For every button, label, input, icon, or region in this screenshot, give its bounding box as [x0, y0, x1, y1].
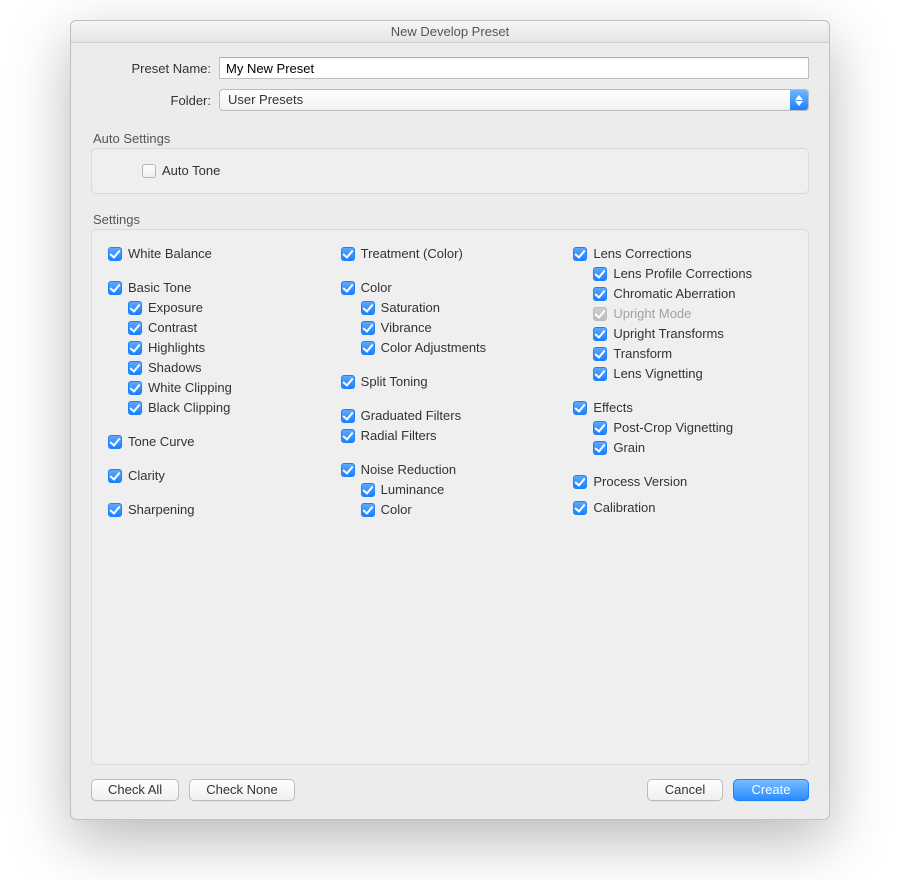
clarity-label: Clarity: [128, 466, 165, 486]
preset-name-input[interactable]: [219, 57, 809, 79]
folder-select-value: User Presets: [220, 90, 790, 110]
dialog-footer: Check All Check None Cancel Create: [71, 779, 829, 819]
effects-checkbox[interactable]: [573, 401, 587, 415]
dialog-content: Preset Name: Folder: User Presets Auto S…: [71, 43, 829, 779]
lens-corrections-label: Lens Corrections: [593, 244, 691, 264]
noise-reduction-label: Noise Reduction: [361, 460, 456, 480]
auto-tone-row: Auto Tone: [142, 161, 796, 181]
process-version-label: Process Version: [593, 472, 687, 492]
upright-mode-checkbox: [593, 307, 607, 321]
settings-col-3: Lens Corrections Lens Profile Correction…: [573, 244, 796, 520]
luminance-checkbox[interactable]: [361, 483, 375, 497]
calibration-label: Calibration: [593, 498, 655, 518]
clarity-checkbox[interactable]: [108, 469, 122, 483]
black-clipping-label: Black Clipping: [148, 398, 230, 418]
graduated-filters-checkbox[interactable]: [341, 409, 355, 423]
exposure-label: Exposure: [148, 298, 203, 318]
tone-curve-label: Tone Curve: [128, 432, 194, 452]
noise-reduction-checkbox[interactable]: [341, 463, 355, 477]
effects-label: Effects: [593, 398, 633, 418]
updown-icon: [790, 90, 808, 110]
contrast-checkbox[interactable]: [128, 321, 142, 335]
white-balance-checkbox[interactable]: [108, 247, 122, 261]
auto-tone-label: Auto Tone: [162, 161, 220, 181]
process-version-checkbox[interactable]: [573, 475, 587, 489]
tone-curve-checkbox[interactable]: [108, 435, 122, 449]
saturation-label: Saturation: [381, 298, 440, 318]
basic-tone-label: Basic Tone: [128, 278, 191, 298]
chromatic-aberration-label: Chromatic Aberration: [613, 284, 735, 304]
exposure-checkbox[interactable]: [128, 301, 142, 315]
radial-filters-checkbox[interactable]: [341, 429, 355, 443]
radial-filters-label: Radial Filters: [361, 426, 437, 446]
settings-col-2: Treatment (Color) Color Saturation Vibra…: [341, 244, 564, 520]
saturation-checkbox[interactable]: [361, 301, 375, 315]
color-adjustments-checkbox[interactable]: [361, 341, 375, 355]
settings-panel: White Balance Basic Tone Exposure Contra…: [91, 229, 809, 765]
auto-settings-panel: Auto Tone: [91, 148, 809, 194]
sharpening-label: Sharpening: [128, 500, 195, 520]
grain-label: Grain: [613, 438, 645, 458]
luminance-label: Luminance: [381, 480, 445, 500]
nr-color-label: Color: [381, 500, 412, 520]
nr-color-checkbox[interactable]: [361, 503, 375, 517]
upright-transforms-checkbox[interactable]: [593, 327, 607, 341]
window-title: New Develop Preset: [71, 21, 829, 43]
cancel-button[interactable]: Cancel: [647, 779, 723, 801]
folder-select[interactable]: User Presets: [219, 89, 809, 111]
post-crop-vignetting-label: Post-Crop Vignetting: [613, 418, 733, 438]
calibration-checkbox[interactable]: [573, 501, 587, 515]
shadows-checkbox[interactable]: [128, 361, 142, 375]
lens-vignetting-label: Lens Vignetting: [613, 364, 702, 384]
dialog: New Develop Preset Preset Name: Folder: …: [70, 20, 830, 820]
color-label: Color: [361, 278, 392, 298]
highlights-checkbox[interactable]: [128, 341, 142, 355]
white-clipping-label: White Clipping: [148, 378, 232, 398]
preset-name-label: Preset Name:: [91, 61, 211, 76]
white-clipping-checkbox[interactable]: [128, 381, 142, 395]
treatment-label: Treatment (Color): [361, 244, 463, 264]
transform-label: Transform: [613, 344, 672, 364]
graduated-filters-label: Graduated Filters: [361, 406, 461, 426]
color-adjustments-label: Color Adjustments: [381, 338, 487, 358]
shadows-label: Shadows: [148, 358, 201, 378]
upright-transforms-label: Upright Transforms: [613, 324, 724, 344]
vibrance-label: Vibrance: [381, 318, 432, 338]
auto-tone-checkbox[interactable]: [142, 164, 156, 178]
settings-col-1: White Balance Basic Tone Exposure Contra…: [108, 244, 331, 520]
lens-profile-corrections-label: Lens Profile Corrections: [613, 264, 752, 284]
color-checkbox[interactable]: [341, 281, 355, 295]
white-balance-label: White Balance: [128, 244, 212, 264]
split-toning-checkbox[interactable]: [341, 375, 355, 389]
folder-label: Folder:: [91, 93, 211, 108]
grain-checkbox[interactable]: [593, 441, 607, 455]
basic-tone-checkbox[interactable]: [108, 281, 122, 295]
chromatic-aberration-checkbox[interactable]: [593, 287, 607, 301]
upright-mode-label: Upright Mode: [613, 304, 691, 324]
contrast-label: Contrast: [148, 318, 197, 338]
lens-vignetting-checkbox[interactable]: [593, 367, 607, 381]
sharpening-checkbox[interactable]: [108, 503, 122, 517]
lens-corrections-checkbox[interactable]: [573, 247, 587, 261]
auto-settings-heading: Auto Settings: [93, 131, 809, 146]
treatment-checkbox[interactable]: [341, 247, 355, 261]
create-button[interactable]: Create: [733, 779, 809, 801]
black-clipping-checkbox[interactable]: [128, 401, 142, 415]
vibrance-checkbox[interactable]: [361, 321, 375, 335]
lens-profile-corrections-checkbox[interactable]: [593, 267, 607, 281]
transform-checkbox[interactable]: [593, 347, 607, 361]
check-all-button[interactable]: Check All: [91, 779, 179, 801]
check-none-button[interactable]: Check None: [189, 779, 295, 801]
settings-heading: Settings: [93, 212, 809, 227]
split-toning-label: Split Toning: [361, 372, 428, 392]
highlights-label: Highlights: [148, 338, 205, 358]
post-crop-vignetting-checkbox[interactable]: [593, 421, 607, 435]
